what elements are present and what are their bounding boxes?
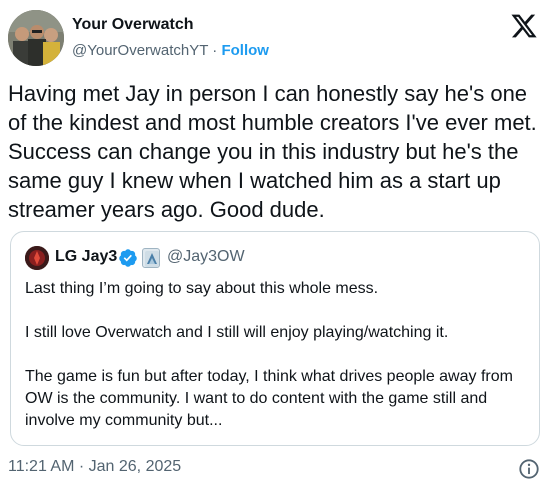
tweet-text: Having met Jay in person I can honestly … xyxy=(8,81,537,222)
quote-avatar[interactable] xyxy=(25,246,49,270)
author-handle[interactable]: @YourOverwatchYT xyxy=(72,42,208,59)
handle-separator: · xyxy=(208,42,222,59)
quote-author-handle[interactable]: @Jay3OW xyxy=(167,248,245,266)
quote-avatar-image xyxy=(25,246,49,270)
quote-paragraph: Last thing I’m going to say about this w… xyxy=(25,280,379,297)
quote-author-name[interactable]: LG Jay3 xyxy=(55,248,117,266)
x-logo-icon[interactable] xyxy=(510,12,538,40)
quote-paragraph: I still love Overwatch and I still will … xyxy=(25,324,449,341)
author-name[interactable]: Your Overwatch xyxy=(72,16,194,34)
quote-paragraph: The game is fun but after today, I think… xyxy=(25,368,513,429)
tweet-timestamp[interactable]: 11:21 AM · Jan 26, 2025 xyxy=(8,458,181,476)
quoted-tweet-card[interactable]: LG Jay3 @Jay3OW Last thing I’m going to … xyxy=(10,231,540,446)
verified-badge-icon xyxy=(119,249,137,267)
follow-button[interactable]: Follow xyxy=(221,42,269,59)
quote-body: Last thing I’m going to say about this w… xyxy=(25,278,525,432)
affiliate-badge-icon xyxy=(142,248,160,268)
info-icon[interactable] xyxy=(518,458,540,480)
author-avatar[interactable] xyxy=(8,10,64,66)
handle-row: @YourOverwatchYT · Follow xyxy=(72,42,269,59)
avatar-image xyxy=(8,10,64,66)
